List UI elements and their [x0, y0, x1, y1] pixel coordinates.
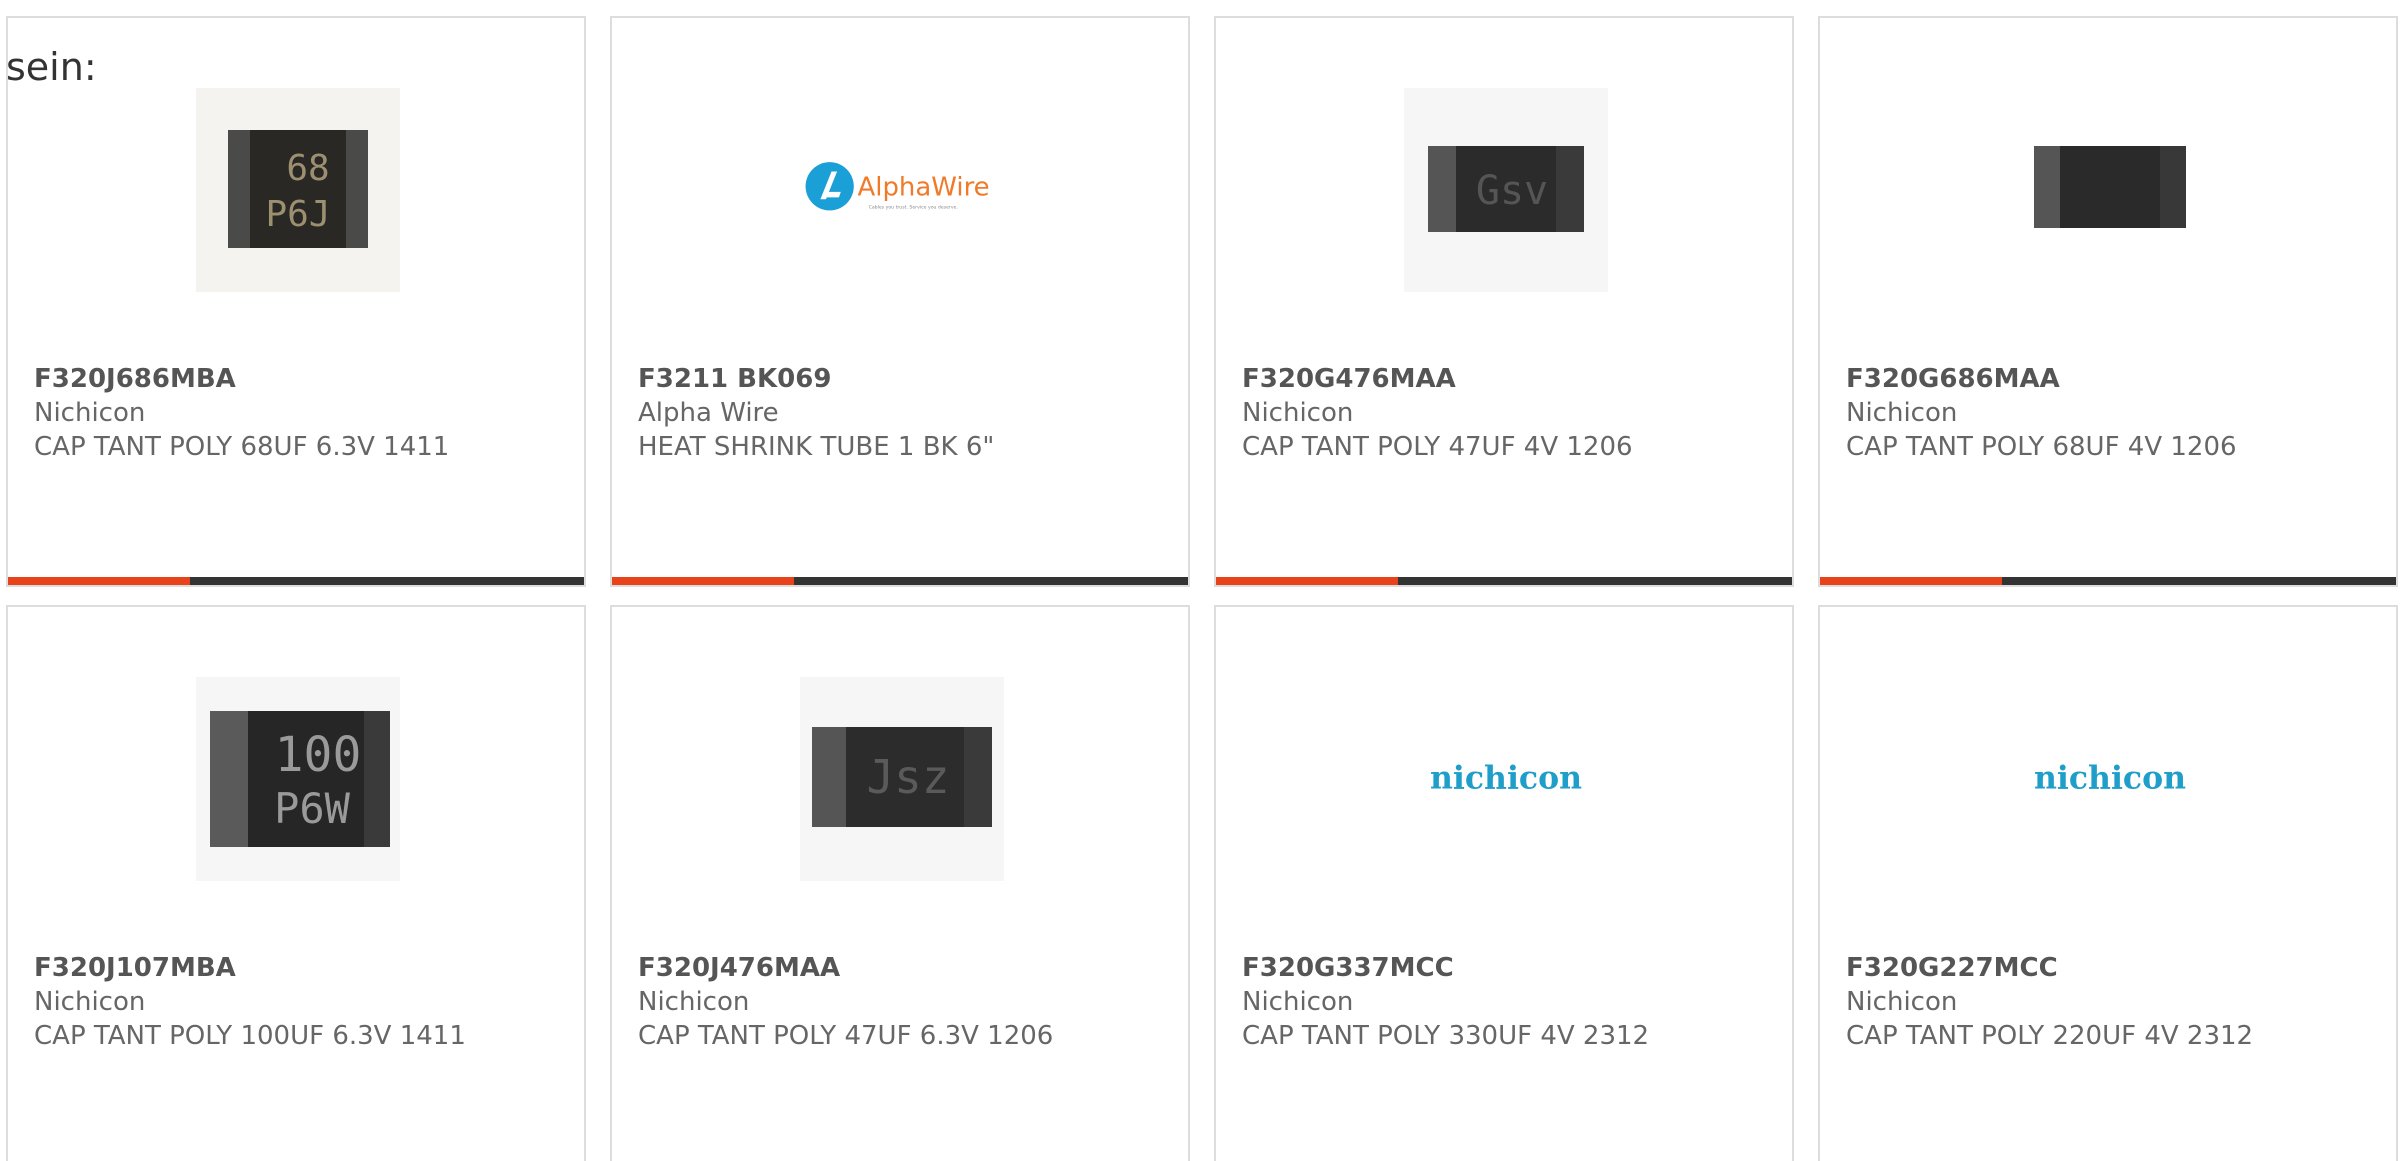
- product-card[interactable]: 68 P6J F320J686MBA Nichicon CAP TANT POL…: [6, 16, 586, 587]
- logo-tagline: Cables you trust. Service you deserve.: [869, 205, 958, 211]
- card-footer-bar: [1216, 577, 1792, 585]
- product-image[interactable]: [2008, 88, 2212, 292]
- product-card[interactable]: nichicon F320G337MCC Nichicon CAP TANT P…: [1214, 605, 1794, 1161]
- marking-line-1: 100: [275, 727, 362, 783]
- logo-text: AlphaWire: [857, 173, 989, 203]
- part-number-link[interactable]: F320G227MCC: [1846, 951, 2058, 985]
- capacitor-image: [2034, 146, 2186, 228]
- card-accent-bar: [612, 577, 794, 585]
- product-card[interactable]: Gsv F320G476MAA Nichicon CAP TANT POLY 4…: [1214, 16, 1794, 587]
- manufacturer-name: Alpha Wire: [638, 398, 779, 428]
- product-description: CAP TANT POLY 330UF 4V 2312: [1242, 1021, 1650, 1051]
- manufacturer-name: Nichicon: [1242, 398, 1354, 428]
- alphawire-logo: AlphaWire Cables you trust. Service you …: [805, 162, 990, 211]
- part-number-link[interactable]: F320J686MBA: [34, 362, 236, 396]
- nichicon-logo: nichicon: [2034, 759, 2186, 796]
- marking-line-1: 68: [286, 148, 329, 189]
- product-image[interactable]: AlphaWire Cables you trust. Service you …: [800, 88, 1004, 292]
- product-description: CAP TANT POLY 68UF 6.3V 1411: [34, 432, 450, 462]
- product-description: CAP TANT POLY 100UF 6.3V 1411: [34, 1021, 466, 1051]
- part-number-link[interactable]: F320J476MAA: [638, 951, 840, 985]
- product-image[interactable]: Jsz: [800, 677, 1004, 881]
- marking-line-2: P6W: [274, 784, 351, 833]
- nichicon-logo: nichicon: [1430, 759, 1582, 796]
- manufacturer-name: Nichicon: [1242, 987, 1354, 1017]
- capacitor-image: Gsv: [1404, 88, 1608, 292]
- product-card[interactable]: F320G686MAA Nichicon CAP TANT POLY 68UF …: [1818, 16, 2398, 587]
- product-image[interactable]: 100 P6W: [196, 677, 400, 881]
- card-footer-bar: [612, 577, 1188, 585]
- part-number-link[interactable]: F320G337MCC: [1242, 951, 1454, 985]
- product-card[interactable]: Jsz F320J476MAA Nichicon CAP TANT POLY 4…: [610, 605, 1190, 1161]
- product-image[interactable]: nichicon: [2008, 677, 2212, 881]
- product-grid-page: sein: 68 P6J F320J686MBA Nichicon CAP TA…: [0, 0, 2400, 1161]
- card-footer-bar: [8, 577, 584, 585]
- product-description: CAP TANT POLY 68UF 4V 1206: [1846, 432, 2237, 462]
- intro-text: sein:: [6, 45, 97, 89]
- product-card[interactable]: nichicon F320G227MCC Nichicon CAP TANT P…: [1818, 605, 2398, 1161]
- logo-text: nichicon: [2034, 759, 2186, 796]
- capacitor-image: 68 P6J: [196, 88, 400, 292]
- manufacturer-name: Nichicon: [34, 398, 146, 428]
- part-number-link[interactable]: F3211 BK069: [638, 362, 831, 396]
- product-description: HEAT SHRINK TUBE 1 BK 6": [638, 432, 995, 462]
- product-image[interactable]: nichicon: [1404, 677, 1608, 881]
- marking-line-1: Jsz: [866, 750, 949, 804]
- card-accent-bar: [1216, 577, 1398, 585]
- card-accent-bar: [8, 577, 190, 585]
- product-description: CAP TANT POLY 47UF 6.3V 1206: [638, 1021, 1054, 1051]
- product-image[interactable]: Gsv: [1404, 88, 1608, 292]
- marking-line-2: P6J: [265, 194, 330, 235]
- capacitor-image: 100 P6W: [196, 677, 400, 881]
- part-number-link[interactable]: F320J107MBA: [34, 951, 236, 985]
- product-description: CAP TANT POLY 47UF 4V 1206: [1242, 432, 1633, 462]
- part-number-link[interactable]: F320G476MAA: [1242, 362, 1456, 396]
- card-footer-bar: [1820, 577, 2396, 585]
- manufacturer-name: Nichicon: [638, 987, 750, 1017]
- marking-line-1: Gsv: [1476, 168, 1548, 214]
- product-image[interactable]: 68 P6J: [196, 88, 400, 292]
- manufacturer-name: Nichicon: [34, 987, 146, 1017]
- product-description: CAP TANT POLY 220UF 4V 2312: [1846, 1021, 2254, 1051]
- capacitor-image: Jsz: [800, 677, 1004, 881]
- card-accent-bar: [1820, 577, 2002, 585]
- product-card[interactable]: AlphaWire Cables you trust. Service you …: [610, 16, 1190, 587]
- product-card[interactable]: 100 P6W F320J107MBA Nichicon CAP TANT PO…: [6, 605, 586, 1161]
- logo-text: nichicon: [1430, 759, 1582, 796]
- manufacturer-name: Nichicon: [1846, 987, 1958, 1017]
- manufacturer-name: Nichicon: [1846, 398, 1958, 428]
- part-number-link[interactable]: F320G686MAA: [1846, 362, 2060, 396]
